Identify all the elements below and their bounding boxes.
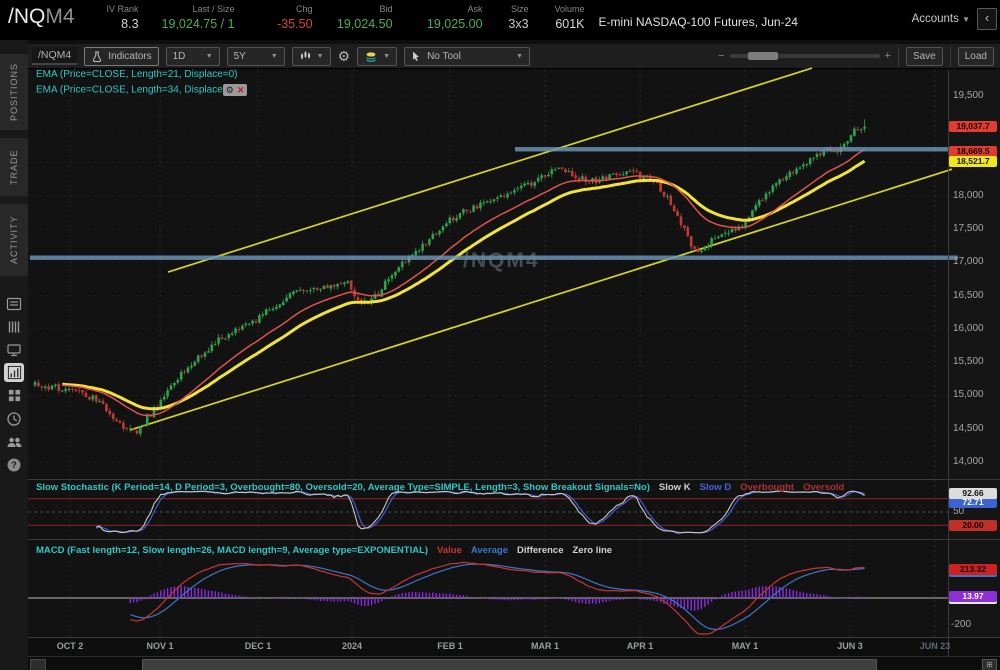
stochastic-legend-item-oversold: Oversold	[803, 482, 845, 493]
time-axis-label: MAR 1	[530, 641, 560, 651]
stochastic-legend-item-overbought: Overbought	[740, 482, 795, 493]
price-tick-label: 14,500	[953, 422, 984, 434]
time-axis-label: MAY 1	[731, 641, 759, 651]
stochastic-value-bubble: 20.00	[949, 519, 997, 531]
stochastic-legend: Slow K Slow D Overbought Oversold	[659, 482, 844, 493]
macd-value-bubble: 213.32	[949, 563, 997, 575]
study-remove-icon[interactable]: ✕	[237, 85, 245, 95]
price-tick-label: 16,000	[953, 322, 984, 334]
stochastic-legend-item-slow-k: Slow K	[658, 482, 691, 493]
price-tick-label: 14,000	[953, 456, 984, 468]
stochastic-header[interactable]: Slow Stochastic (K Period=14, D Period=3…	[36, 482, 650, 493]
chart-canvas[interactable]	[0, 0, 1000, 670]
macd-legend: Value Average Difference Zero line	[437, 545, 612, 556]
chart-watermark: /NQM4	[463, 249, 540, 272]
time-axis-label: JUN 23	[919, 641, 951, 651]
stochastic-header-row: Slow Stochastic (K Period=14, D Period=3…	[36, 482, 844, 493]
macd-legend-item-zero-line: Zero line	[572, 545, 613, 556]
time-axis-label: APR 1	[626, 641, 654, 651]
price-tick-label: 17,000	[953, 256, 984, 268]
study-gear-icon[interactable]: ⚙	[226, 85, 234, 95]
study-label-ema34[interactable]: EMA (Price=CLOSE, Length=34, Displace ⚙ ✕	[36, 84, 248, 96]
price-tick-label: 19,500	[953, 90, 984, 101]
price-tick-label: 15,500	[953, 356, 984, 368]
time-axis-label: DEC 1	[244, 641, 272, 651]
macd-tick-label: -200	[951, 619, 972, 630]
stochastic-mid-label: 50	[953, 506, 965, 517]
macd-legend-item-difference: Difference	[517, 545, 564, 556]
macd-header[interactable]: MACD (Fast length=12, Slow length=26, MA…	[36, 545, 428, 556]
trading-platform-window: /NQM4 IV Rank 8.3 Last / Size 19,024.75 …	[0, 0, 1000, 670]
time-axis-label: 2024	[341, 641, 363, 651]
macd-legend-item-value: Value	[437, 545, 462, 556]
macd-legend-item-average: Average	[470, 545, 509, 556]
price-tick-label: 17,500	[953, 223, 984, 235]
study-label-ema21[interactable]: EMA (Price=CLOSE, Length=21, Displace=0)	[36, 69, 238, 80]
macd-value-bubble: 13.97	[949, 590, 997, 602]
ema34-value-bubble: 18,521.7	[949, 155, 997, 167]
time-axis-label: OCT 2	[56, 641, 84, 651]
price-tick-label: 15,000	[953, 389, 984, 401]
study-controls: ⚙ ✕	[222, 84, 248, 96]
stochastic-legend-item-slow-d: Slow D	[699, 482, 732, 493]
stochastic-value-bubble: 92.66	[949, 487, 997, 499]
last-price-bubble: 19,037.7	[949, 121, 997, 133]
time-axis-label: JUN 3	[837, 641, 863, 651]
macd-header-row: MACD (Fast length=12, Slow length=26, MA…	[36, 545, 612, 556]
time-axis-label: FEB 1	[437, 641, 463, 651]
time-axis-label: NOV 1	[146, 641, 174, 651]
price-tick-label: 16,500	[953, 289, 984, 301]
price-tick-label: 18,000	[953, 189, 984, 201]
